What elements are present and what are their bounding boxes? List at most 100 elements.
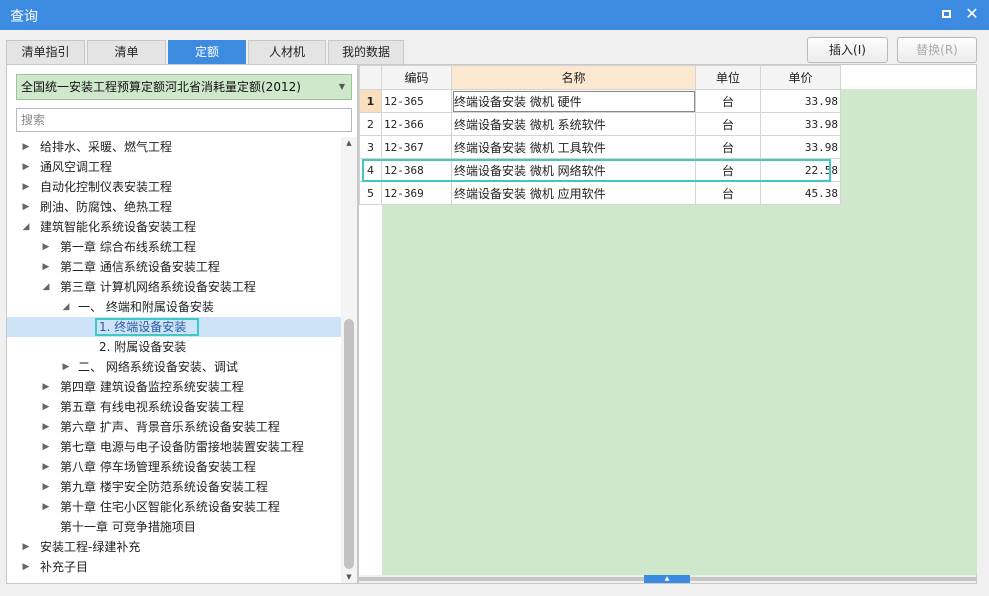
- row-index: 3: [359, 135, 382, 159]
- tab-my-data[interactable]: 我的数据: [328, 40, 404, 64]
- tree-item[interactable]: 第十一章 可竞争措施项目: [7, 517, 341, 537]
- scroll-up-icon[interactable]: ▲: [341, 137, 357, 149]
- expand-icon[interactable]: ▶: [21, 537, 31, 557]
- table-row[interactable]: 2 12-366 终端设备安装 微机 系统软件 台 33.98: [359, 112, 841, 136]
- cell-code[interactable]: 12-368: [381, 158, 452, 182]
- row-index: 2: [359, 112, 382, 136]
- expand-icon[interactable]: ▶: [41, 477, 51, 497]
- tree-item[interactable]: ▶ 给排水、采暖、燃气工程: [7, 137, 341, 157]
- tab-bill[interactable]: 清单: [87, 40, 166, 64]
- cell-price[interactable]: 22.58: [760, 158, 841, 182]
- tab-quota[interactable]: 定额: [168, 40, 246, 64]
- tree-item[interactable]: ▶ 通风空调工程: [7, 157, 341, 177]
- cell-unit[interactable]: 台: [695, 89, 761, 113]
- column-header-unit[interactable]: 单位: [695, 65, 761, 90]
- column-header-code[interactable]: 编码: [381, 65, 452, 90]
- tree-item[interactable]: 1. 终端设备安装: [7, 317, 341, 337]
- cell-unit[interactable]: 台: [695, 135, 761, 159]
- column-header-price[interactable]: 单价: [760, 65, 841, 90]
- collapse-up-icon[interactable]: ▲: [644, 575, 690, 583]
- cell-price[interactable]: 33.98: [760, 112, 841, 136]
- cell-unit[interactable]: 台: [695, 112, 761, 136]
- tree-item[interactable]: ◢ 建筑智能化系统设备安装工程: [7, 217, 341, 237]
- tree-item[interactable]: 2. 附属设备安装: [7, 337, 341, 357]
- cell-code[interactable]: 12-365: [381, 89, 452, 113]
- tree-item[interactable]: ▶ 第一章 综合布线系统工程: [7, 237, 341, 257]
- expand-icon[interactable]: ▶: [21, 177, 31, 197]
- column-header-name[interactable]: 名称: [451, 65, 696, 90]
- scroll-thumb[interactable]: [344, 319, 354, 569]
- cell-price[interactable]: 33.98: [760, 135, 841, 159]
- expand-icon[interactable]: ▶: [21, 557, 31, 577]
- tree-item[interactable]: ▶ 第五章 有线电视系统设备安装工程: [7, 397, 341, 417]
- expand-icon[interactable]: ▶: [41, 497, 51, 517]
- tree-item[interactable]: ▶ 二、 网络系统设备安装、调试: [7, 357, 341, 377]
- tree-item-label: 自动化控制仪表安装工程: [40, 180, 173, 194]
- tree-item-label: 二、 网络系统设备安装、调试: [78, 360, 238, 374]
- expand-icon[interactable]: ▶: [41, 237, 51, 257]
- tree-item[interactable]: ▶ 第四章 建筑设备监控系统安装工程: [7, 377, 341, 397]
- tree-item[interactable]: ◢ 第三章 计算机网络系统设备安装工程: [7, 277, 341, 297]
- right-panel: 编码 名称 单位 单价 1 12-365 终端设备安装 微机 硬件 台 33.9…: [358, 64, 977, 584]
- tree-item-label: 通风空调工程: [40, 160, 113, 174]
- tree-item[interactable]: ▶ 自动化控制仪表安装工程: [7, 177, 341, 197]
- grid-splitter[interactable]: ▲: [359, 575, 976, 583]
- table-row[interactable]: 4 12-368 终端设备安装 微机 网络软件 台 22.58: [359, 158, 841, 182]
- tree-item[interactable]: ◢ 一、 终端和附属设备安装: [7, 297, 341, 317]
- tree-scrollbar[interactable]: ▲ ▼: [341, 137, 357, 583]
- expand-icon[interactable]: ▶: [41, 417, 51, 437]
- tree-item[interactable]: ▶ 第十章 住宅小区智能化系统设备安装工程: [7, 497, 341, 517]
- tree-item-label: 建筑智能化系统设备安装工程: [40, 220, 197, 234]
- expand-icon[interactable]: ▶: [21, 197, 31, 217]
- expand-icon[interactable]: ▶: [41, 457, 51, 477]
- tree-item[interactable]: ▶ 第九章 楼宇安全防范系统设备安装工程: [7, 477, 341, 497]
- expand-icon[interactable]: ▶: [21, 137, 31, 157]
- expand-icon[interactable]: ▶: [41, 377, 51, 397]
- cell-price[interactable]: 33.98: [760, 89, 841, 113]
- tree-item-label: 2. 附属设备安装: [99, 340, 187, 354]
- tree-item[interactable]: ▶ 第七章 电源与电子设备防雷接地装置安装工程: [7, 437, 341, 457]
- cell-price[interactable]: 45.38: [760, 181, 841, 205]
- cell-name[interactable]: 终端设备安装 微机 系统软件: [451, 112, 696, 136]
- tree-item[interactable]: ▶ 第八章 停车场管理系统设备安装工程: [7, 457, 341, 477]
- cell-name[interactable]: 终端设备安装 微机 应用软件: [451, 181, 696, 205]
- cell-unit[interactable]: 台: [695, 158, 761, 182]
- tree-item[interactable]: ▶ 第六章 扩声、背景音乐系统设备安装工程: [7, 417, 341, 437]
- cell-unit[interactable]: 台: [695, 181, 761, 205]
- tree-item-label: 第七章 电源与电子设备防雷接地装置安装工程: [60, 440, 304, 454]
- insert-button[interactable]: 插入(I): [807, 37, 888, 63]
- maximize-button[interactable]: [936, 4, 956, 24]
- tree-item[interactable]: ▶ 刷油、防腐蚀、绝热工程: [7, 197, 341, 217]
- collapse-icon[interactable]: ◢: [21, 217, 31, 237]
- table-row[interactable]: 3 12-367 终端设备安装 微机 工具软件 台 33.98: [359, 135, 841, 159]
- cell-code[interactable]: 12-366: [381, 112, 452, 136]
- tree-item[interactable]: ▶ 第二章 通信系统设备安装工程: [7, 257, 341, 277]
- cell-code[interactable]: 12-367: [381, 135, 452, 159]
- cell-code[interactable]: 12-369: [381, 181, 452, 205]
- expand-icon[interactable]: ▶: [41, 257, 51, 277]
- collapse-icon[interactable]: ◢: [41, 277, 51, 297]
- table-row[interactable]: 1 12-365 终端设备安装 微机 硬件 台 33.98: [359, 89, 841, 113]
- quota-grid: 编码 名称 单位 单价 1 12-365 终端设备安装 微机 硬件 台 33.9…: [359, 65, 841, 205]
- table-row[interactable]: 5 12-369 终端设备安装 微机 应用软件 台 45.38: [359, 181, 841, 205]
- row-index: 1: [359, 89, 382, 113]
- quota-tree: ▶ 给排水、采暖、燃气工程 ▶ 通风空调工程 ▶ 自动化控制仪表安装工程 ▶ 刷油、防腐蚀、绝…: [7, 137, 341, 583]
- search-input[interactable]: [16, 108, 352, 132]
- tree-item[interactable]: ▶ 补充子目: [7, 557, 341, 577]
- expand-icon[interactable]: ▶: [41, 397, 51, 417]
- expand-icon[interactable]: ▶: [21, 157, 31, 177]
- tree-item-label: 一、 终端和附属设备安装: [78, 300, 214, 314]
- cell-name[interactable]: 终端设备安装 微机 硬件: [451, 89, 696, 113]
- close-button[interactable]: ✕: [962, 4, 982, 24]
- expand-icon[interactable]: ▶: [41, 437, 51, 457]
- replace-button[interactable]: 替换(R): [897, 37, 977, 63]
- library-select[interactable]: 全国统一安装工程预算定额河北省消耗量定额(2012) ▼: [16, 74, 352, 100]
- tab-bill-guide[interactable]: 清单指引: [6, 40, 85, 64]
- cell-name[interactable]: 终端设备安装 微机 工具软件: [451, 135, 696, 159]
- scroll-down-icon[interactable]: ▼: [341, 571, 357, 583]
- expand-icon[interactable]: ▶: [61, 357, 71, 377]
- collapse-icon[interactable]: ◢: [61, 297, 71, 317]
- tab-labor-material[interactable]: 人材机: [248, 40, 326, 64]
- cell-name[interactable]: 终端设备安装 微机 网络软件: [451, 158, 696, 182]
- tree-item[interactable]: ▶ 安装工程-绿建补充: [7, 537, 341, 557]
